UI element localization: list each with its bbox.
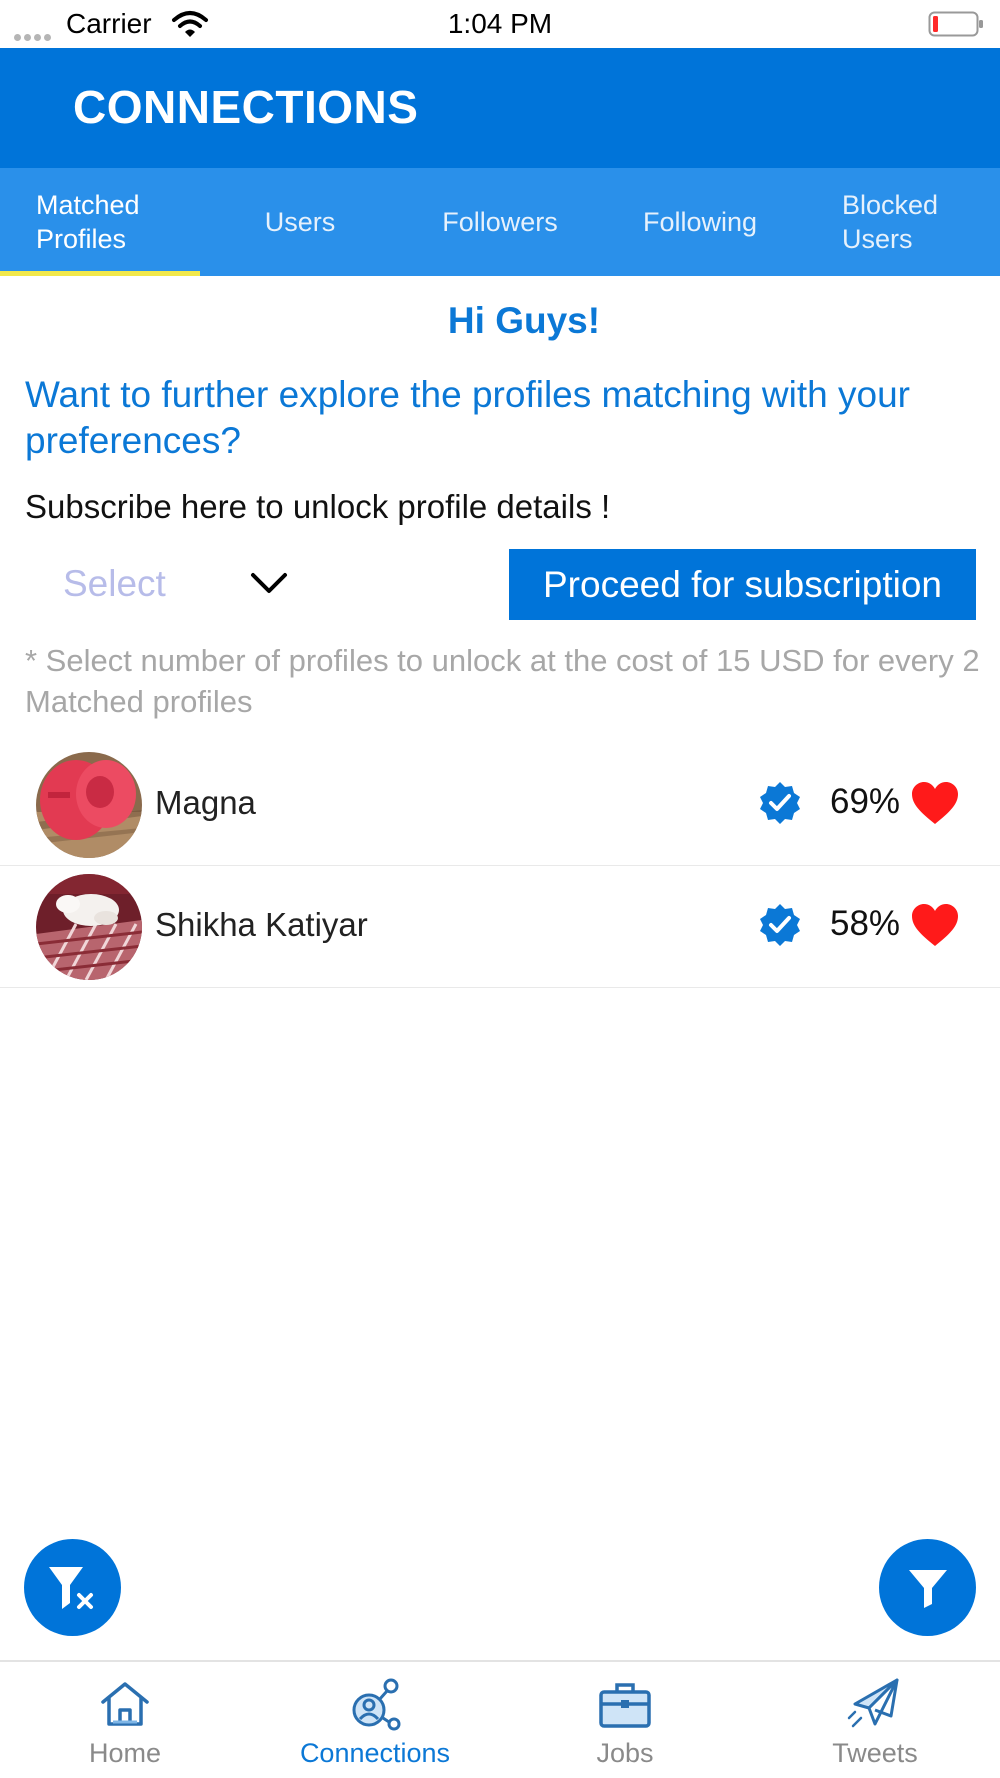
nav-label: Connections	[299, 1738, 451, 1768]
tab-label: Following	[642, 207, 758, 237]
page-title: CONNECTIONS	[73, 81, 419, 133]
tab-label: Users	[264, 207, 336, 237]
briefcase-icon	[599, 1683, 651, 1728]
profile-name: Magna	[155, 784, 256, 821]
filter-icon	[908, 1569, 947, 1608]
clear-filter-icon	[48, 1566, 93, 1609]
verified-badge-icon	[760, 782, 800, 824]
select-placeholder: Select	[63, 563, 166, 604]
verified-badge-icon	[760, 904, 800, 946]
nav-label: Home	[88, 1738, 162, 1768]
proceed-subscription-button[interactable]: Proceed for subscription	[509, 549, 976, 620]
avatar	[36, 874, 142, 980]
app-header: CONNECTIONS	[0, 48, 1000, 168]
heart-icon[interactable]	[910, 902, 960, 948]
tab-matched-profiles[interactable]: Matched Profiles	[0, 168, 200, 276]
battery-icon	[928, 11, 983, 37]
tab-blocked-users[interactable]: Blocked Users	[800, 168, 1000, 276]
tab-bar: Matched Profiles Users Followers Followi…	[0, 168, 1000, 276]
profile-name: Shikha Katiyar	[155, 906, 368, 943]
bottom-nav: Home Connections Jobs Tweets	[0, 1660, 1000, 1778]
tab-followers[interactable]: Followers	[400, 168, 600, 276]
profile-row[interactable]: Shikha Katiyar 58%	[0, 866, 1000, 988]
greeting-heading: Hi Guys!	[447, 300, 601, 341]
nav-connections[interactable]: Connections	[250, 1662, 500, 1778]
nav-label: Jobs	[596, 1738, 654, 1768]
nav-tweets[interactable]: Tweets	[750, 1662, 1000, 1778]
nav-label: Tweets	[832, 1738, 918, 1768]
tab-label: Followers	[442, 207, 558, 237]
home-icon	[101, 1682, 149, 1726]
nav-jobs[interactable]: Jobs	[500, 1662, 750, 1778]
avatar	[36, 752, 142, 858]
subscribe-prompt: Subscribe here to unlock profile details…	[25, 488, 611, 525]
profile-row[interactable]: Magna 69%	[0, 744, 1000, 866]
explore-prompt: Want to further explore the profiles mat…	[25, 374, 910, 461]
pricing-note: * Select number of profiles to unlock at…	[25, 643, 980, 719]
match-percentage: 69%	[830, 782, 901, 821]
clock-time: 1:04 PM	[447, 8, 553, 39]
tab-label: Matched Profiles	[36, 190, 140, 254]
tab-following[interactable]: Following	[600, 168, 800, 276]
profile-count-select[interactable]: Select	[25, 548, 305, 620]
nav-home[interactable]: Home	[0, 1662, 250, 1778]
status-bar: Carrier 1:04 PM	[0, 0, 1000, 48]
match-percentage: 58%	[830, 904, 901, 943]
clear-filter-button[interactable]	[24, 1539, 121, 1636]
tab-label: Blocked Users	[842, 190, 939, 254]
filter-button[interactable]	[879, 1539, 976, 1636]
tab-users[interactable]: Users	[200, 168, 400, 276]
chevron-down-icon	[251, 573, 287, 593]
heart-icon[interactable]	[910, 780, 960, 826]
paper-plane-icon	[847, 1678, 899, 1728]
connections-icon	[352, 1678, 401, 1731]
